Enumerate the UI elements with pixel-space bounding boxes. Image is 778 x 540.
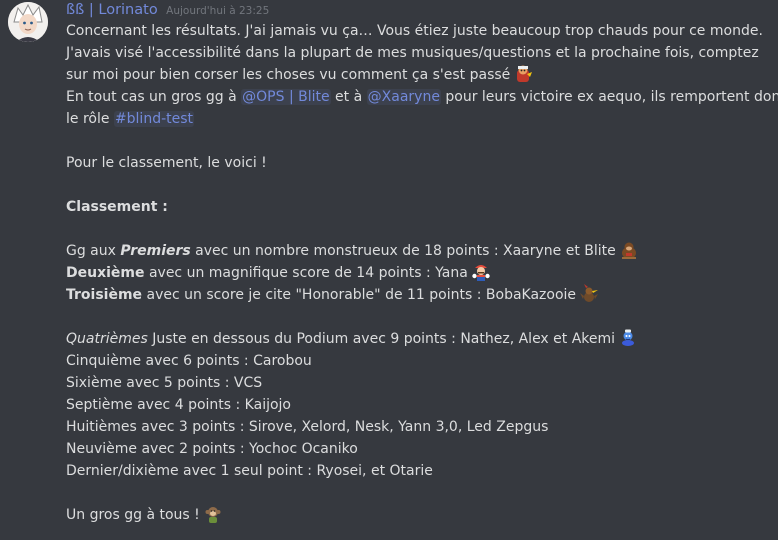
kazooie-emoji[interactable]: [579, 284, 599, 304]
text: avec un nombre monstrueux de 18 points :…: [190, 243, 616, 259]
ranking-line: Septième avec 4 points : Kaijojo: [66, 394, 772, 416]
message-line: sur moi pour bien corser les choses vu c…: [66, 64, 772, 86]
message-line: En tout cas un gros gg à @OPS | Blite et…: [66, 86, 778, 108]
banjo-kazooie-emoji[interactable]: [513, 64, 533, 84]
text: et à: [330, 89, 367, 105]
ranking-line: Dernier/dixième avec 1 seul point : Ryos…: [66, 460, 772, 482]
text: Huitièmes avec 3 points : Sirove, Xelord…: [66, 419, 549, 435]
message-body: ßß | Lorinato Aujourd'hui à 23:25 Concer…: [66, 0, 778, 526]
ranking-line: Gg aux Premiers avec un nombre monstrueu…: [66, 240, 772, 262]
text: Dernier/dixième avec 1 seul point : Ryos…: [66, 463, 433, 479]
rank-label: Premiers: [120, 243, 191, 259]
message-line: J'avais visé l'accessibilité dans la plu…: [66, 42, 772, 64]
text: Gg aux: [66, 243, 121, 259]
text: Sixième avec 5 points : VCS: [66, 375, 263, 391]
text: pour leurs victoire ex aequo, ils rempor…: [440, 89, 778, 105]
message-line: le rôle #blind-test: [66, 108, 772, 130]
text: avec un magnifique score de 14 points : …: [144, 265, 468, 281]
donkey-kong-emoji[interactable]: [619, 240, 639, 260]
genie-emoji[interactable]: [618, 328, 638, 348]
mario-emoji[interactable]: [471, 262, 491, 282]
text: Cinquième avec 6 points : Carobou: [66, 353, 312, 369]
ranking-line: Huitièmes avec 3 points : Sirove, Xelord…: [66, 416, 772, 438]
rank-label: Quatrièmes: [66, 331, 148, 347]
text: En tout cas un gros gg à: [66, 89, 242, 105]
ranking-line: Quatrièmes Juste en dessous du Podium av…: [66, 328, 772, 350]
text: Un gros gg à tous !: [66, 507, 200, 523]
monkey-emoji[interactable]: [203, 504, 223, 524]
message-line: Un gros gg à tous !: [66, 504, 772, 526]
message-line: Pour le classement, le voici !: [66, 152, 772, 174]
message-line: Concernant les résultats. J'ai jamais vu…: [66, 20, 772, 42]
ranking-heading: Classement :: [66, 199, 168, 215]
user-mention-ops-blite[interactable]: @OPS | Blite: [241, 89, 331, 105]
author-name[interactable]: ßß | Lorinato: [66, 2, 158, 18]
ranking-line: Deuxième avec un magnifique score de 14 …: [66, 262, 772, 284]
text: Pour le classement, le voici !: [66, 155, 267, 171]
message-timestamp: Aujourd'hui à 23:25: [166, 5, 270, 17]
text: le rôle: [66, 111, 114, 127]
avatar-image: [8, 2, 48, 42]
text: sur moi pour bien corser les choses vu c…: [66, 67, 511, 83]
chat-message: ßß | Lorinato Aujourd'hui à 23:25 Concer…: [0, 0, 778, 540]
ranking-line: Sixième avec 5 points : VCS: [66, 372, 772, 394]
ranking-line: Cinquième avec 6 points : Carobou: [66, 350, 772, 372]
text: Concernant les résultats. J'ai jamais vu…: [66, 23, 763, 39]
message-header: ßß | Lorinato Aujourd'hui à 23:25: [66, 0, 772, 20]
rank-label: Deuxième: [66, 265, 145, 281]
text: Juste en dessous du Podium avec 9 points…: [147, 331, 616, 347]
text: Neuvième avec 2 points : Yochoc Ocaniko: [66, 441, 358, 457]
rank-label: Troisième: [66, 287, 143, 303]
user-mention-xaaryne[interactable]: @Xaaryne: [366, 89, 441, 105]
message-line: Classement :: [66, 196, 772, 218]
avatar[interactable]: [8, 2, 48, 42]
text: avec un score je cite "Honorable" de 11 …: [142, 287, 577, 303]
text: J'avais visé l'accessibilité dans la plu…: [66, 45, 759, 61]
text: Septième avec 4 points : Kaijojo: [66, 397, 291, 413]
ranking-line: Neuvième avec 2 points : Yochoc Ocaniko: [66, 438, 772, 460]
channel-mention-blind-test[interactable]: #blind-test: [113, 111, 195, 127]
ranking-line: Troisième avec un score je cite "Honorab…: [66, 284, 772, 306]
